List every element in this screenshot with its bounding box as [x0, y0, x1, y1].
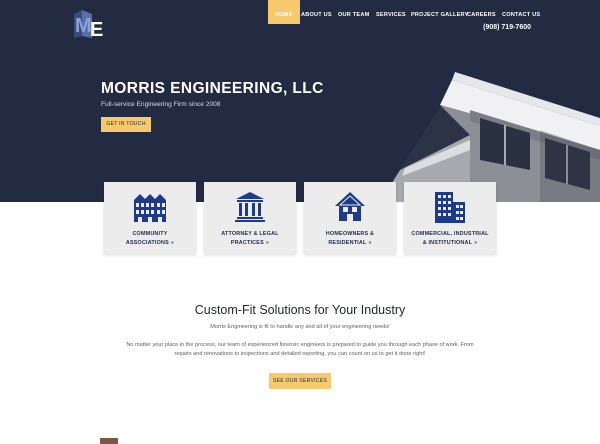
- courthouse-icon: [235, 192, 265, 222]
- card-label: COMMUNITY ASSOCIATIONS»: [125, 231, 175, 246]
- intro-text: Morris Engineering is fit to handle any …: [210, 324, 390, 330]
- nav-careers[interactable]: CAREERS: [467, 12, 496, 18]
- arrow-icon: »: [265, 239, 270, 246]
- nav-project-gallery[interactable]: PROJECT GALLERY: [411, 12, 469, 18]
- hero-section: M E HOME ABOUT US OUR TEAM SERVICES PROJ…: [0, 0, 600, 202]
- card-community-associations[interactable]: COMMUNITY ASSOCIATIONS»: [104, 182, 196, 254]
- see-our-services-button[interactable]: SEE OUR SERVICES: [269, 373, 331, 389]
- nav-about-us[interactable]: ABOUT US: [301, 12, 332, 18]
- svg-text:E: E: [90, 19, 103, 40]
- card-label: ATTORNEY & LEGAL PRACTICES»: [221, 231, 279, 246]
- nav-our-team[interactable]: OUR TEAM: [338, 12, 369, 18]
- nav-contact-us[interactable]: CONTACT US: [502, 12, 540, 18]
- hero-subtitle: Full-service Engineering Firm since 2008: [101, 101, 221, 108]
- card-commercial-industrial[interactable]: COMMERCIAL, INDUSTRIAL & INSTITUTIONAL»: [404, 182, 496, 254]
- arrow-icon: »: [170, 239, 175, 246]
- arrow-icon: »: [474, 239, 478, 246]
- nav-home[interactable]: HOME: [268, 0, 300, 24]
- card-attorney-legal[interactable]: ATTORNEY & LEGAL PRACTICES»: [204, 182, 296, 254]
- office-building-icon: [435, 192, 465, 223]
- townhouse-icon: [134, 194, 166, 222]
- card-label: HOMEOWNERS & RESIDENTIAL»: [325, 231, 375, 246]
- phone-number[interactable]: (908) 719-7600: [483, 24, 531, 31]
- card-homeowners-residential[interactable]: HOMEOWNERS & RESIDENTIAL»: [304, 182, 396, 254]
- arrow-icon: »: [368, 239, 372, 246]
- nav-services[interactable]: SERVICES: [376, 12, 406, 18]
- company-logo[interactable]: M E: [72, 8, 106, 40]
- body-text: No matter your place in the process, our…: [126, 342, 474, 357]
- house-icon: [335, 192, 365, 221]
- hero-title: MORRIS ENGINEERING, LLC: [101, 80, 324, 97]
- main-nav: HOME ABOUT US OUR TEAM SERVICES PROJECT …: [268, 0, 600, 30]
- card-label: COMMERCIAL, INDUSTRIAL & INSTITUTIONAL»: [411, 231, 489, 246]
- section-title: Custom-Fit Solutions for Your Industry: [194, 303, 406, 317]
- get-in-touch-button[interactable]: GET IN TOUCH: [101, 117, 151, 132]
- footer-image: [100, 438, 118, 444]
